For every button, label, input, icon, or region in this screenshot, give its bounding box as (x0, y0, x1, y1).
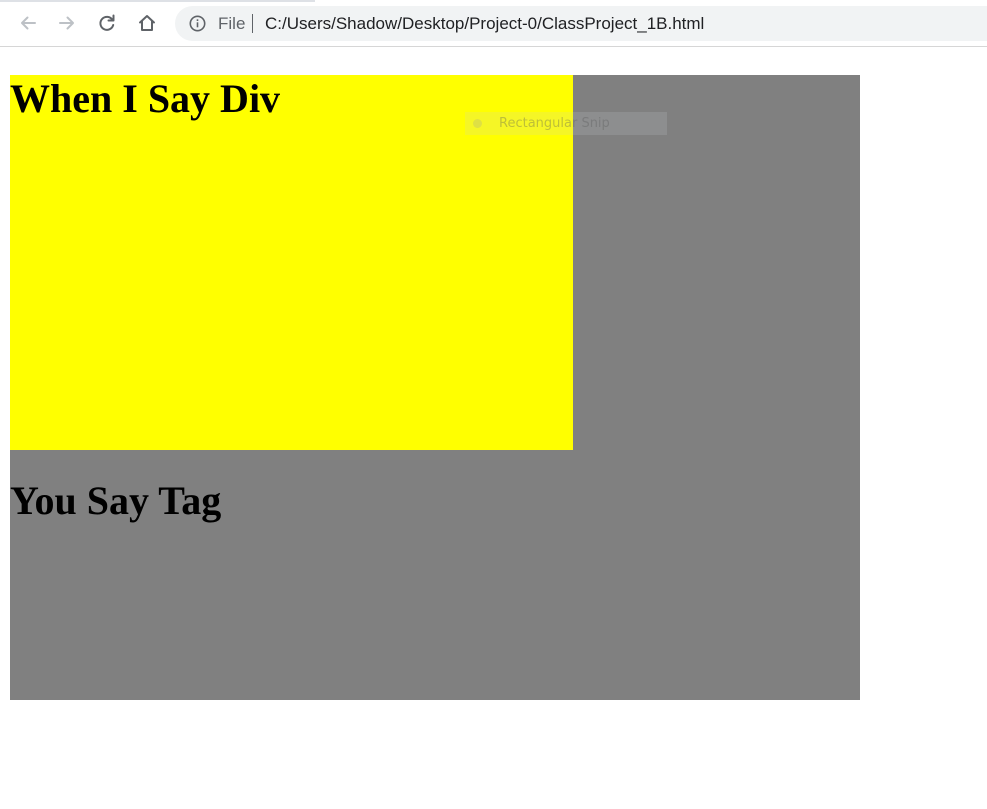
info-icon[interactable] (189, 15, 206, 32)
scheme-label: File (218, 14, 246, 33)
scheme-separator (252, 14, 253, 33)
forward-button[interactable] (52, 8, 82, 38)
snip-tooltip: Rectangular Snip (465, 112, 667, 135)
snip-icon (473, 119, 482, 128)
page-heading-1: When I Say Div (10, 76, 281, 121)
address-bar[interactable]: File C:/Users/Shadow/Desktop/Project-0/C… (175, 6, 987, 41)
reload-button[interactable] (92, 8, 122, 38)
page-heading-2: You Say Tag (10, 478, 222, 523)
home-icon (139, 15, 155, 31)
forward-arrow-icon (59, 16, 74, 30)
back-button[interactable] (13, 8, 43, 38)
browser-toolbar: File C:/Users/Shadow/Desktop/Project-0/C… (0, 0, 987, 47)
home-button[interactable] (132, 8, 162, 38)
snip-tooltip-label: Rectangular Snip (499, 116, 610, 131)
url-text[interactable]: C:/Users/Shadow/Desktop/Project-0/ClassP… (265, 14, 704, 33)
reload-icon (99, 14, 115, 31)
outer-div-box: When I Say Div Rectangular Snip You Say … (10, 75, 860, 700)
tab-strip-edge (0, 0, 315, 2)
back-arrow-icon (21, 16, 36, 30)
